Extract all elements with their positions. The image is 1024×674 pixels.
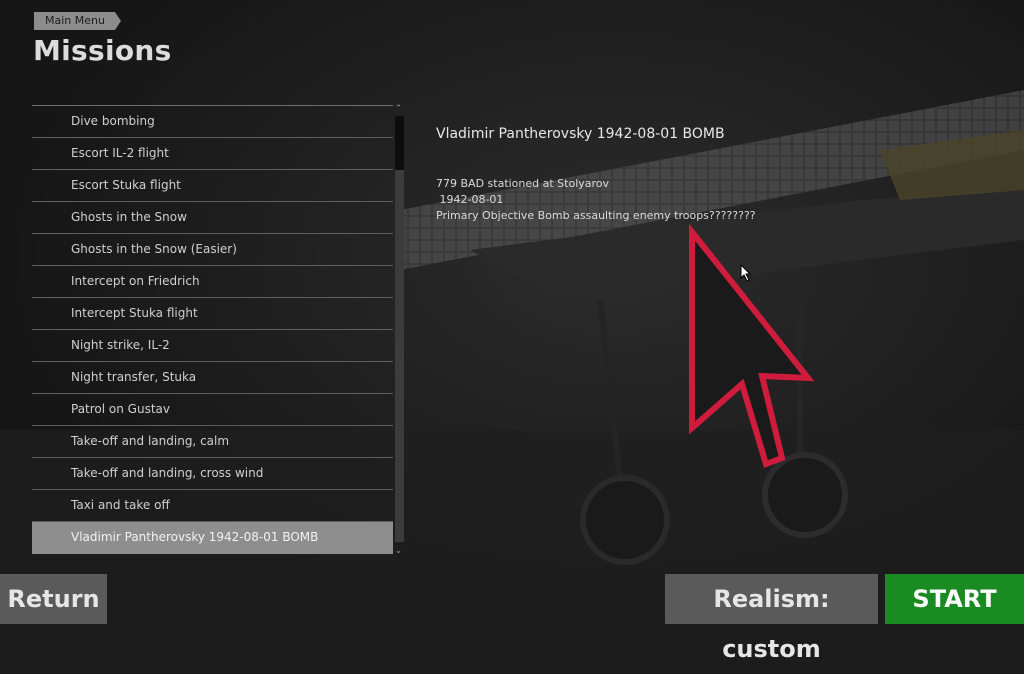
page-title: Missions xyxy=(33,34,172,67)
mission-item[interactable]: Take-off and landing, cross wind xyxy=(32,458,393,490)
description-line: 1942-08-01 xyxy=(436,193,504,206)
mouse-cursor-icon xyxy=(740,264,752,282)
mission-item[interactable]: Ghosts in the Snow (Easier) xyxy=(32,234,393,266)
chevron-up-icon[interactable]: ⌃ xyxy=(393,104,404,114)
mission-detail-title: Vladimir Pantherovsky 1942-08-01 BOMB xyxy=(436,126,725,142)
scroll-track[interactable] xyxy=(395,116,404,542)
realism-button[interactable]: Realism: custom xyxy=(665,574,878,663)
start-button[interactable]: START xyxy=(885,574,1024,624)
mission-item[interactable]: Dive bombing xyxy=(32,106,393,138)
description-line: 779 BAD stationed at Stolyarov xyxy=(436,177,610,190)
mission-item[interactable]: Ghosts in the Snow xyxy=(32,202,393,234)
mission-list: Dive bombing Escort IL-2 flight Escort S… xyxy=(32,105,393,554)
mission-item[interactable]: Intercept on Friedrich xyxy=(32,266,393,298)
mission-item[interactable]: Patrol on Gustav xyxy=(32,394,393,426)
mission-item[interactable]: Escort Stuka flight xyxy=(32,170,393,202)
description-line: Primary Objective Bomb assaulting enemy … xyxy=(436,209,756,222)
scroll-thumb[interactable] xyxy=(395,116,404,170)
mission-description: 779 BAD stationed at Stolyarov 1942-08-0… xyxy=(436,176,756,224)
mission-item[interactable]: Intercept Stuka flight xyxy=(32,298,393,330)
mission-item-selected[interactable]: Vladimir Pantherovsky 1942-08-01 BOMB xyxy=(32,522,393,554)
pointer-highlight-icon xyxy=(689,224,815,468)
mission-item[interactable]: Take-off and landing, calm xyxy=(32,426,393,458)
chevron-down-icon[interactable]: ⌄ xyxy=(393,546,404,556)
return-button[interactable]: Return xyxy=(0,574,107,624)
breadcrumb-main-menu[interactable]: Main Menu xyxy=(34,12,121,30)
mission-item[interactable]: Night strike, IL-2 xyxy=(32,330,393,362)
mission-item[interactable]: Night transfer, Stuka xyxy=(32,362,393,394)
mission-item[interactable]: Taxi and take off xyxy=(32,490,393,522)
mission-item[interactable]: Escort IL-2 flight xyxy=(32,138,393,170)
mission-list-scrollbar[interactable]: ⌃ ⌄ xyxy=(393,104,404,556)
